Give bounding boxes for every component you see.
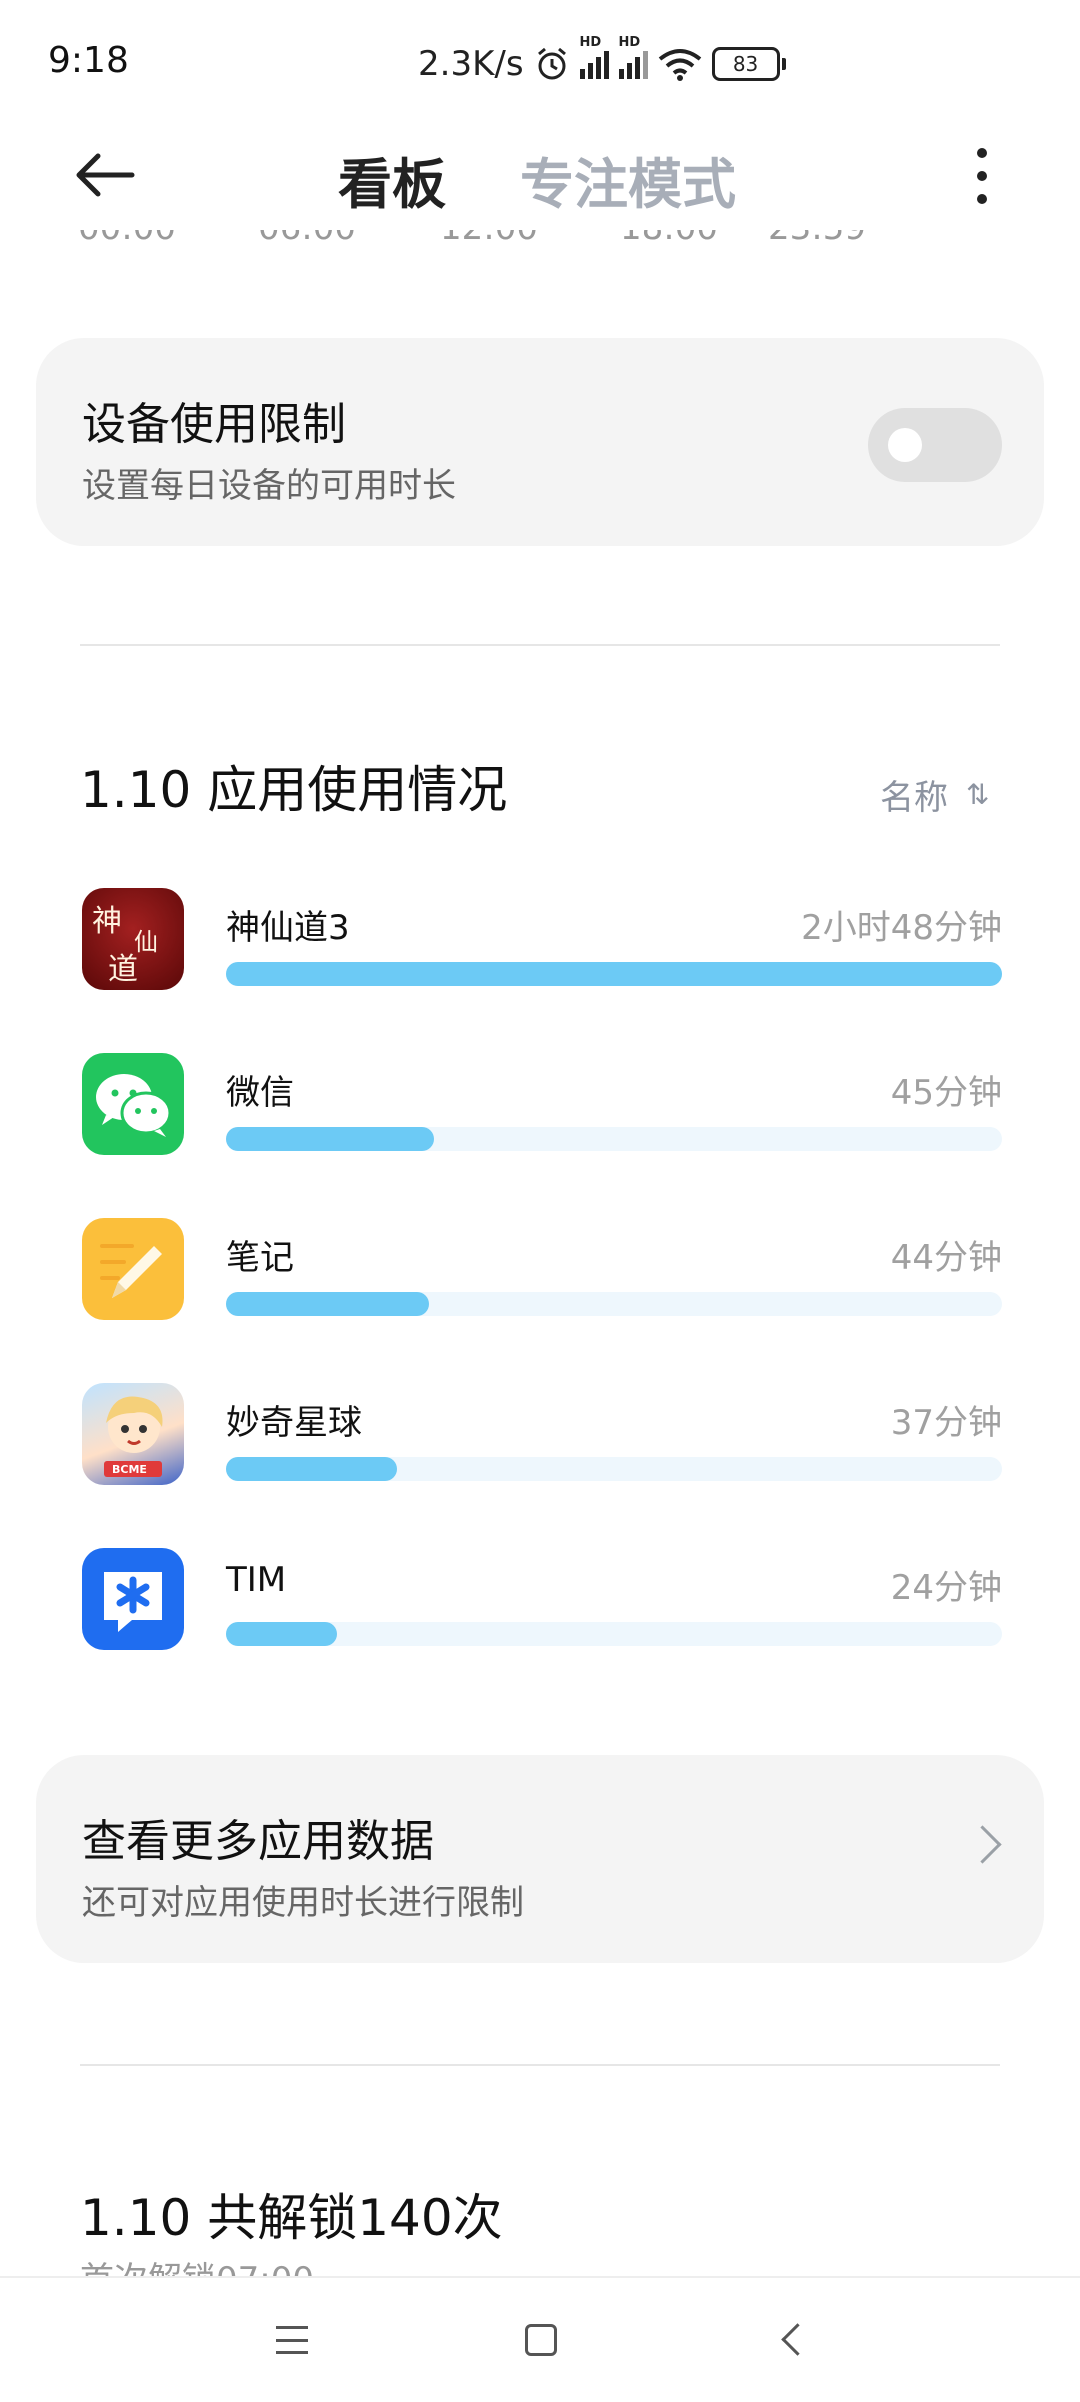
dot xyxy=(977,171,987,181)
arrow-left-icon xyxy=(76,153,135,197)
app-usage-title: 1.10 应用使用情况 xyxy=(80,761,508,819)
system-nav-bar xyxy=(0,2276,1080,2402)
app-name: 妙奇星球 xyxy=(226,1403,362,1443)
app-row-shenxiandao[interactable]: 神 仙 道 神仙道3 2小时48分钟 xyxy=(82,888,1002,998)
dot xyxy=(977,148,987,158)
sort-button[interactable]: 名称 ⇅ xyxy=(880,770,989,819)
recents-button[interactable] xyxy=(276,2326,308,2354)
app-row-tim[interactable]: TIM 24分钟 xyxy=(82,1548,1002,1658)
system-back-button[interactable] xyxy=(781,2323,814,2356)
shenxiandao-app-icon: 神 仙 道 xyxy=(82,888,184,990)
app-row-miaoqi[interactable]: BCME 妙奇星球 37分钟 xyxy=(82,1383,1002,1493)
dot xyxy=(977,194,987,204)
more-app-data-subtitle: 还可对应用使用时长进行限制 xyxy=(82,1883,524,1923)
app-name: TIM xyxy=(226,1560,287,1600)
chevron-right-icon xyxy=(963,1825,1002,1864)
axis-label: 23:59 xyxy=(768,230,866,248)
device-limit-card[interactable]: 设备使用限制 设置每日设备的可用时长 xyxy=(36,338,1044,546)
app-name: 神仙道3 xyxy=(226,908,350,948)
sort-label: 名称 xyxy=(880,778,948,818)
usage-bar xyxy=(226,1127,1002,1151)
home-button[interactable] xyxy=(525,2324,557,2356)
usage-bar xyxy=(226,1457,1002,1481)
axis-label: 18:00 xyxy=(620,230,718,248)
app-row-notes[interactable]: 笔记 44分钟 xyxy=(82,1218,1002,1328)
usage-bar xyxy=(226,1292,1002,1316)
back-button[interactable] xyxy=(70,140,140,210)
more-options-button[interactable] xyxy=(964,148,1000,204)
status-time: 9:18 xyxy=(48,40,129,81)
more-app-data-title: 查看更多应用数据 xyxy=(82,1816,434,1867)
chart-axis-peek: 00:00 06:00 12:00 18:00 23:59 xyxy=(0,230,1080,264)
status-icons: 2.3K/s HD HD 83 xyxy=(418,35,786,90)
sort-icon: ⇅ xyxy=(966,778,990,811)
battery-level: 83 xyxy=(732,52,759,76)
axis-label: 06:00 xyxy=(258,230,356,248)
axis-label: 00:00 xyxy=(78,230,176,248)
divider xyxy=(80,644,1000,646)
usage-bar xyxy=(226,962,1002,986)
battery-icon: 83 xyxy=(711,47,786,81)
wechat-app-icon xyxy=(82,1053,184,1155)
tab-dashboard[interactable]: 看板 xyxy=(338,140,446,219)
app-row-wechat[interactable]: 微信 45分钟 xyxy=(82,1053,1002,1163)
miaoqi-icon-badge: BCME xyxy=(112,1463,147,1476)
tim-app-icon xyxy=(82,1548,184,1650)
app-time: 44分钟 xyxy=(890,1238,1002,1278)
tab-focus-mode[interactable]: 专注模式 xyxy=(520,140,736,219)
app-name: 笔记 xyxy=(226,1238,294,1278)
device-limit-toggle[interactable] xyxy=(868,408,1002,482)
signal-icon-2: HD xyxy=(618,35,648,79)
network-speed: 2.3K/s xyxy=(418,44,524,84)
first-unlock-peek: 首次解锁07:00 xyxy=(80,2258,1000,2276)
unlock-count-title: 1.10 共解锁140次 xyxy=(80,2189,503,2247)
alarm-icon xyxy=(537,47,566,80)
device-limit-subtitle: 设置每日设备的可用时长 xyxy=(82,466,456,506)
device-limit-title: 设备使用限制 xyxy=(82,399,346,450)
axis-label: 12:00 xyxy=(440,230,538,248)
app-time: 2小时48分钟 xyxy=(801,908,1002,948)
first-unlock-label: 首次解锁07:00 xyxy=(80,2258,314,2276)
app-time: 37分钟 xyxy=(890,1403,1002,1443)
wifi-icon xyxy=(658,49,701,81)
app-name: 微信 xyxy=(226,1073,294,1113)
more-app-data-card[interactable]: 查看更多应用数据 还可对应用使用时长进行限制 xyxy=(36,1755,1044,1963)
notes-app-icon xyxy=(82,1218,184,1320)
usage-bar xyxy=(226,1622,1002,1646)
app-time: 45分钟 xyxy=(890,1073,1002,1113)
miaoqi-app-icon: BCME xyxy=(82,1383,184,1485)
app-time: 24分钟 xyxy=(890,1568,1002,1608)
divider xyxy=(80,2064,1000,2066)
signal-icon: HD xyxy=(579,35,609,79)
